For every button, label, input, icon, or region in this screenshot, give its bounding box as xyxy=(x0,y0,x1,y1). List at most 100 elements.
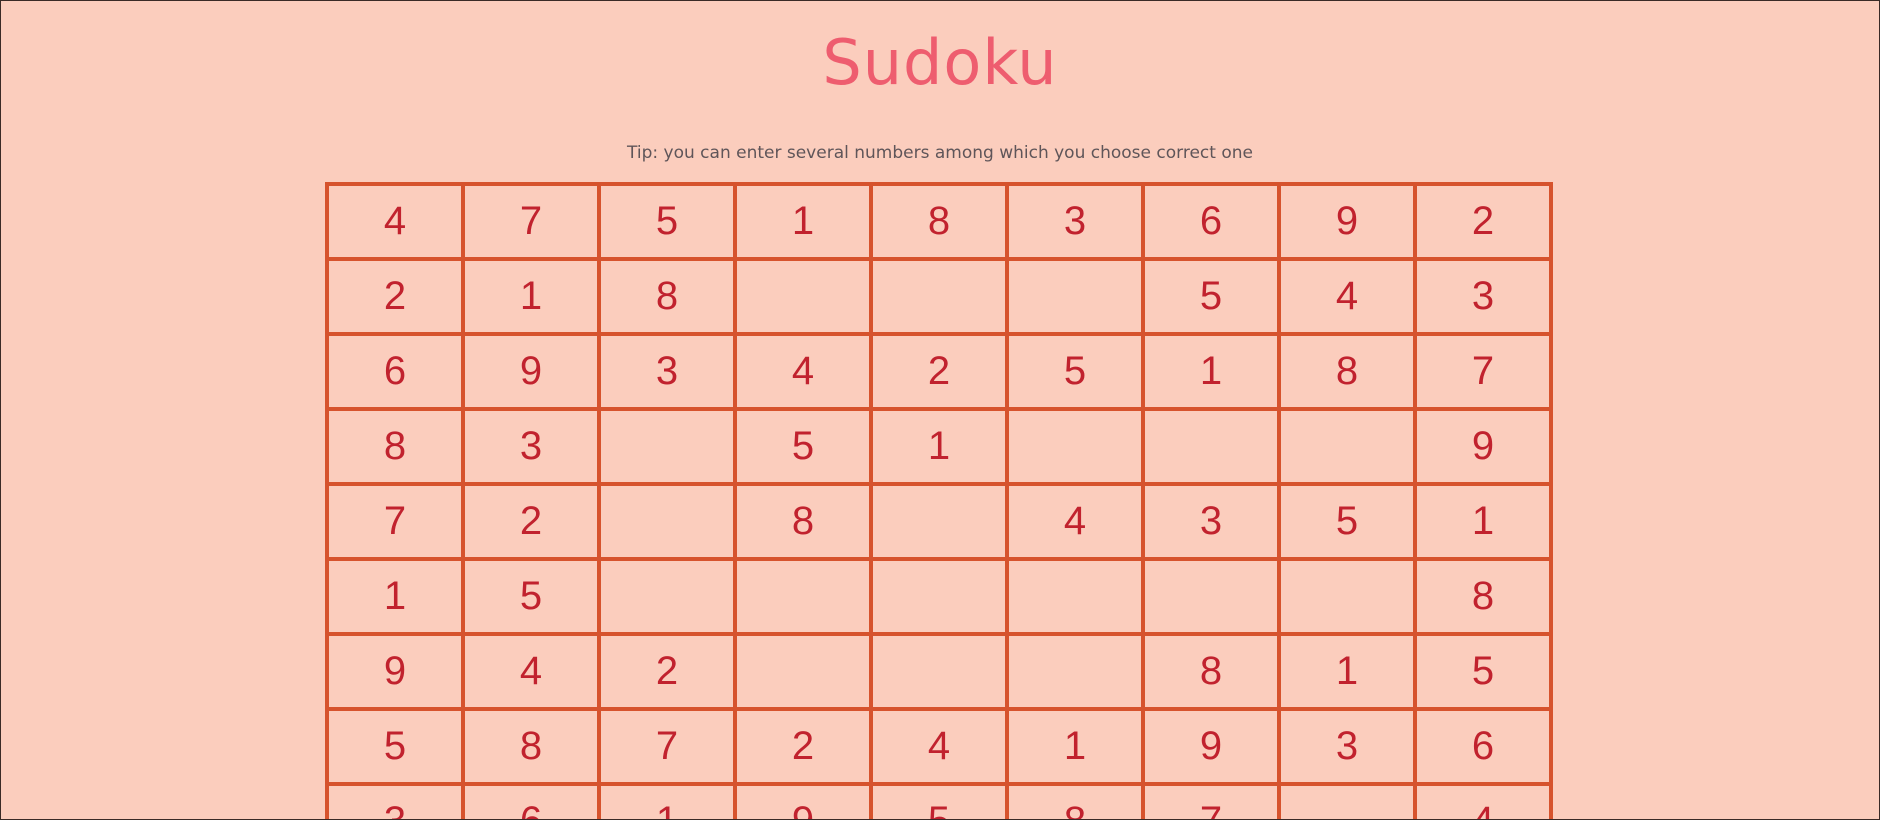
sudoku-cell: 5 xyxy=(869,782,1009,819)
sudoku-cell-input[interactable] xyxy=(1009,261,1141,332)
sudoku-cell-input[interactable] xyxy=(1281,786,1413,819)
sudoku-cell: 3 xyxy=(1277,707,1417,786)
sudoku-cell: 6 xyxy=(461,782,601,819)
sudoku-cell[interactable] xyxy=(733,557,873,636)
sudoku-cell: 4 xyxy=(1005,482,1145,561)
sudoku-cell: 7 xyxy=(597,707,737,786)
page: Sudoku Tip: you can enter several number… xyxy=(0,0,1880,820)
sudoku-cell: 7 xyxy=(1141,782,1281,819)
sudoku-cell[interactable] xyxy=(1141,557,1281,636)
sudoku-cell: 5 xyxy=(461,557,601,636)
sudoku-cell: 2 xyxy=(461,482,601,561)
sudoku-cell[interactable] xyxy=(869,632,1009,711)
sudoku-cell-input[interactable] xyxy=(1009,636,1141,707)
sudoku-cell-input[interactable] xyxy=(737,261,869,332)
sudoku-cell[interactable] xyxy=(597,407,737,486)
sudoku-cell: 3 xyxy=(1005,182,1145,261)
sudoku-cell: 1 xyxy=(1005,707,1145,786)
sudoku-cell-input[interactable] xyxy=(737,561,869,632)
sudoku-cell: 6 xyxy=(1141,182,1281,261)
sudoku-cell-input[interactable] xyxy=(1281,561,1413,632)
sudoku-cell: 1 xyxy=(597,782,737,819)
sudoku-cell: 1 xyxy=(461,257,601,336)
sudoku-cell: 5 xyxy=(597,182,737,261)
sudoku-cell: 8 xyxy=(733,482,873,561)
sudoku-cell-input[interactable] xyxy=(601,561,733,632)
board-row: 72 8 4351 xyxy=(325,482,1553,561)
sudoku-cell: 9 xyxy=(1413,407,1553,486)
sudoku-cell: 1 xyxy=(869,407,1009,486)
sudoku-cell: 2 xyxy=(1413,182,1553,261)
sudoku-cell-input[interactable] xyxy=(601,411,733,482)
board-row: 587241936 xyxy=(325,707,1553,786)
sudoku-cell: 5 xyxy=(1277,482,1417,561)
sudoku-cell[interactable] xyxy=(869,257,1009,336)
sudoku-cell-input[interactable] xyxy=(873,561,1005,632)
sudoku-cell: 4 xyxy=(733,332,873,411)
tip-text: Tip: you can enter several numbers among… xyxy=(627,143,1253,163)
sudoku-cell: 5 xyxy=(1141,257,1281,336)
sudoku-cell: 2 xyxy=(325,257,465,336)
sudoku-cell: 8 xyxy=(869,182,1009,261)
sudoku-cell: 5 xyxy=(1413,632,1553,711)
sudoku-cell: 7 xyxy=(461,182,601,261)
sudoku-cell: 6 xyxy=(325,332,465,411)
sudoku-cell: 7 xyxy=(325,482,465,561)
sudoku-cell: 2 xyxy=(733,707,873,786)
board-row: 15 8 xyxy=(325,557,1553,636)
sudoku-cell: 8 xyxy=(1141,632,1281,711)
sudoku-cell[interactable] xyxy=(1277,557,1417,636)
sudoku-cell: 2 xyxy=(869,332,1009,411)
sudoku-cell[interactable] xyxy=(1141,407,1281,486)
board-row: 218 543 xyxy=(325,257,1553,336)
sudoku-cell[interactable] xyxy=(1005,557,1145,636)
sudoku-cell-input[interactable] xyxy=(1009,411,1141,482)
sudoku-cell: 9 xyxy=(1277,182,1417,261)
sudoku-cell-input[interactable] xyxy=(601,486,733,557)
board-row: 475183692 xyxy=(325,182,1553,261)
sudoku-cell-input[interactable] xyxy=(1145,411,1277,482)
sudoku-cell: 8 xyxy=(597,257,737,336)
sudoku-cell: 8 xyxy=(461,707,601,786)
sudoku-cell: 3 xyxy=(325,782,465,819)
sudoku-cell: 8 xyxy=(1413,557,1553,636)
sudoku-cell-input[interactable] xyxy=(873,261,1005,332)
sudoku-cell: 1 xyxy=(1413,482,1553,561)
sudoku-cell[interactable] xyxy=(869,557,1009,636)
sudoku-cell[interactable] xyxy=(1005,407,1145,486)
sudoku-cell[interactable] xyxy=(1277,407,1417,486)
sudoku-cell[interactable] xyxy=(1005,257,1145,336)
sudoku-cell: 3 xyxy=(1413,257,1553,336)
sudoku-cell[interactable] xyxy=(733,632,873,711)
sudoku-cell: 4 xyxy=(1413,782,1553,819)
page-title: Sudoku xyxy=(822,26,1058,99)
sudoku-cell: 9 xyxy=(1141,707,1281,786)
board-row: 3619587 4 xyxy=(325,782,1553,819)
sudoku-cell[interactable] xyxy=(597,482,737,561)
sudoku-cell[interactable] xyxy=(733,257,873,336)
sudoku-cell[interactable] xyxy=(597,557,737,636)
sudoku-cell: 7 xyxy=(1413,332,1553,411)
sudoku-cell-input[interactable] xyxy=(1145,561,1277,632)
sudoku-cell[interactable] xyxy=(1005,632,1145,711)
sudoku-cell: 3 xyxy=(597,332,737,411)
sudoku-cell-input[interactable] xyxy=(1281,411,1413,482)
sudoku-cell-input[interactable] xyxy=(873,486,1005,557)
sudoku-cell: 9 xyxy=(461,332,601,411)
board-row: 83 51 9 xyxy=(325,407,1553,486)
sudoku-cell-input[interactable] xyxy=(1009,561,1141,632)
sudoku-board: 4751836922185436934251878351972843511589… xyxy=(325,182,1553,819)
sudoku-cell-input[interactable] xyxy=(873,636,1005,707)
sudoku-cell: 6 xyxy=(1413,707,1553,786)
sudoku-cell[interactable] xyxy=(1277,782,1417,819)
sudoku-cell: 8 xyxy=(1005,782,1145,819)
sudoku-cell: 1 xyxy=(1277,632,1417,711)
sudoku-cell: 5 xyxy=(733,407,873,486)
sudoku-cell: 2 xyxy=(597,632,737,711)
sudoku-cell: 4 xyxy=(869,707,1009,786)
sudoku-cell-input[interactable] xyxy=(737,636,869,707)
sudoku-cell: 3 xyxy=(1141,482,1281,561)
sudoku-cell: 1 xyxy=(1141,332,1281,411)
sudoku-cell: 5 xyxy=(325,707,465,786)
sudoku-cell[interactable] xyxy=(869,482,1009,561)
